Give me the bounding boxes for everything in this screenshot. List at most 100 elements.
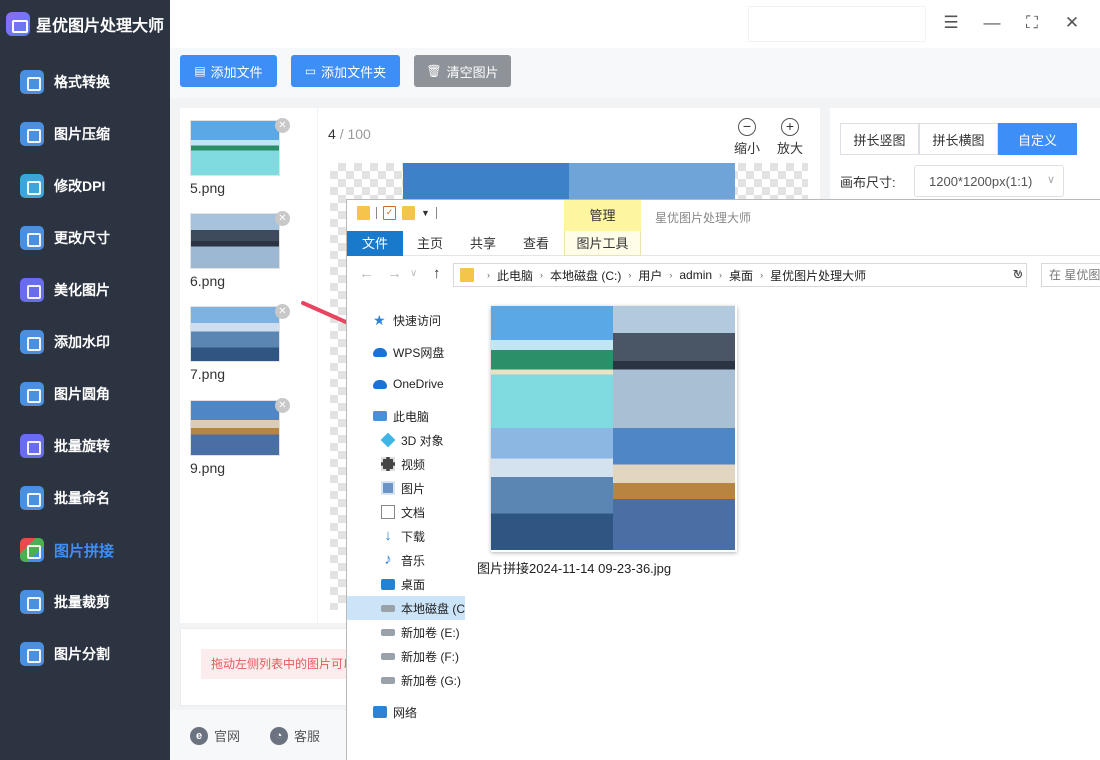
nav-volume-g[interactable]: 新加卷 (G:) xyxy=(347,668,465,692)
refresh-icon[interactable]: ↻ xyxy=(1009,263,1027,287)
tab-file[interactable]: 文件 xyxy=(347,231,403,256)
ribbon-tabs: 文件 主页 共享 查看 图片工具 xyxy=(347,231,1100,256)
remove-image-icon[interactable]: ✕ xyxy=(275,398,290,413)
nav-music[interactable]: ♪ 音乐 xyxy=(347,548,465,572)
brand: 星优图片处理大师 xyxy=(6,8,164,40)
maximize-icon[interactable]: ⛶ xyxy=(1021,12,1043,34)
close-icon[interactable]: ✕ xyxy=(1061,12,1083,34)
nav-wps-drive[interactable]: WPS网盘 xyxy=(347,340,465,364)
nav-3d-objects[interactable]: 3D 对象 xyxy=(347,428,465,452)
add-folder-button[interactable]: ▭ 添加文件夹 xyxy=(291,55,400,87)
sidebar-item-dpi[interactable]: 修改DPI xyxy=(0,160,170,212)
list-item[interactable]: ✕ 6.png xyxy=(190,211,290,289)
sidebar-item-split[interactable]: 图片分割 xyxy=(0,628,170,680)
sidebar-item-label: 批量旋转 xyxy=(54,438,110,454)
breadcrumb-c-drive[interactable]: 本地磁盘 (C:) xyxy=(550,267,621,284)
stitch-icon xyxy=(20,538,44,562)
drive-icon xyxy=(381,628,395,636)
image-thumbnail[interactable] xyxy=(190,306,280,362)
tab-vertical[interactable]: 拼长竖图 xyxy=(840,123,919,155)
sidebar-item-round-corner[interactable]: 图片圆角 xyxy=(0,368,170,420)
sidebar-item-compress[interactable]: 图片压缩 xyxy=(0,108,170,160)
drive-icon xyxy=(381,676,395,684)
current-count: 4 xyxy=(328,126,336,142)
tab-picture-tools[interactable]: 图片工具 xyxy=(564,231,641,256)
sidebar-item-label: 更改尺寸 xyxy=(54,230,110,246)
nav-onedrive[interactable]: OneDrive xyxy=(347,372,465,396)
nav-documents[interactable]: 文档 xyxy=(347,500,465,524)
manage-tab[interactable]: 管理 xyxy=(564,200,641,231)
minimize-icon[interactable]: — xyxy=(981,12,1003,34)
customize-dropdown-icon[interactable]: ▼ xyxy=(421,208,430,218)
canvas-size-select[interactable]: 1200*1200px(1:1) ∨ xyxy=(914,165,1064,197)
nav-quick-access[interactable]: ★ 快速访问 xyxy=(347,308,465,332)
sidebar-item-rotate[interactable]: 批量旋转 xyxy=(0,420,170,472)
nav-label: 网络 xyxy=(393,705,418,720)
list-item[interactable]: ✕ 9.png xyxy=(190,398,290,476)
sidebar-item-format-convert[interactable]: 格式转换 xyxy=(0,56,170,108)
nav-label: 3D 对象 xyxy=(401,433,444,448)
tab-share[interactable]: 共享 xyxy=(470,231,496,256)
nav-volume-e[interactable]: 新加卷 (E:) xyxy=(347,620,465,644)
sidebar-item-label: 修改DPI xyxy=(54,178,106,194)
breadcrumb-desktop[interactable]: 桌面 xyxy=(729,267,753,284)
image-thumbnail[interactable] xyxy=(190,120,280,176)
properties-icon[interactable]: ✓ xyxy=(383,206,396,220)
sidebar-item-resize[interactable]: 更改尺寸 xyxy=(0,212,170,264)
picture-icon xyxy=(381,481,395,495)
sidebar-item-label: 美化图片 xyxy=(54,282,110,298)
sidebar-item-beautify[interactable]: 美化图片 xyxy=(0,264,170,316)
stitched-image-file[interactable] xyxy=(491,306,737,552)
back-icon[interactable]: ← xyxy=(359,265,374,282)
settings-icon[interactable]: ☰ xyxy=(940,12,962,34)
remove-image-icon[interactable]: ✕ xyxy=(275,304,290,319)
autumn-lake-tile xyxy=(613,428,735,550)
website-link[interactable]: e 官网 xyxy=(190,726,240,745)
up-icon[interactable]: ↑ xyxy=(433,265,441,282)
add-file-button[interactable]: ▤ 添加文件 xyxy=(180,55,277,87)
clear-images-button[interactable]: 🗑 清空图片 xyxy=(414,55,511,87)
count-separator: / xyxy=(339,126,344,142)
nav-desktop[interactable]: 桌面 xyxy=(347,572,465,596)
tab-view[interactable]: 查看 xyxy=(523,231,549,256)
breadcrumb-this-pc[interactable]: 此电脑 xyxy=(497,267,533,284)
zoom-in-button[interactable]: + 放大 xyxy=(773,118,807,157)
breadcrumb-app-folder[interactable]: 星优图片处理大师 xyxy=(770,267,866,284)
breadcrumb-admin[interactable]: admin xyxy=(679,268,712,282)
image-thumbnail[interactable] xyxy=(190,213,280,269)
list-item[interactable]: ✕ 5.png xyxy=(190,118,290,196)
address-row: ← → ∨ ↑ › 此电脑 › 本地磁盘 (C:) › 用户 › admin ›… xyxy=(347,260,1100,290)
sidebar-item-watermark[interactable]: 添加水印 xyxy=(0,316,170,368)
list-item[interactable]: ✕ 7.png xyxy=(190,304,290,382)
recent-dropdown-icon[interactable]: ∨ xyxy=(410,268,417,279)
folder-icon: ▭ xyxy=(304,64,317,78)
breadcrumb-users[interactable]: 用户 xyxy=(638,267,662,284)
nav-volume-f[interactable]: 新加卷 (F:) xyxy=(347,644,465,668)
add-folder-label: 添加文件夹 xyxy=(321,64,387,80)
remove-image-icon[interactable]: ✕ xyxy=(275,118,290,133)
sidebar-item-rename[interactable]: 批量命名 xyxy=(0,472,170,524)
nav-network[interactable]: 网络 xyxy=(347,700,465,724)
image-thumbnail[interactable] xyxy=(190,400,280,456)
sidebar-item-crop[interactable]: 批量裁剪 xyxy=(0,576,170,628)
forward-icon[interactable]: → xyxy=(387,265,402,282)
tab-horizontal[interactable]: 拼长横图 xyxy=(919,123,998,155)
remove-image-icon[interactable]: ✕ xyxy=(275,211,290,226)
sidebar: 星优图片处理大师 格式转换 图片压缩 修改DPI 更改尺寸 美化图片 添加水印 … xyxy=(0,0,170,760)
folder-icon[interactable] xyxy=(357,206,370,220)
nav-local-disk-c[interactable]: 本地磁盘 (C:) xyxy=(347,596,465,620)
support-link[interactable]: ◔ 客服 xyxy=(270,726,320,745)
nav-pictures[interactable]: 图片 xyxy=(347,476,465,500)
tab-custom[interactable]: 自定义 xyxy=(998,123,1077,155)
new-folder-icon[interactable] xyxy=(402,206,415,220)
nav-label: 本地磁盘 (C:) xyxy=(401,601,465,616)
nav-videos[interactable]: 视频 xyxy=(347,452,465,476)
address-bar[interactable]: › 此电脑 › 本地磁盘 (C:) › 用户 › admin › 桌面 › 星优… xyxy=(453,263,1027,287)
zoom-out-button[interactable]: − 缩小 xyxy=(730,118,764,157)
sidebar-item-stitch[interactable]: 图片拼接 xyxy=(0,524,170,576)
zoom-out-label: 缩小 xyxy=(733,141,760,156)
nav-this-pc[interactable]: 此电脑 xyxy=(347,404,465,428)
search-input[interactable]: 在 星优图 xyxy=(1041,263,1100,287)
tab-home[interactable]: 主页 xyxy=(417,231,443,256)
nav-downloads[interactable]: ↓ 下载 xyxy=(347,524,465,548)
